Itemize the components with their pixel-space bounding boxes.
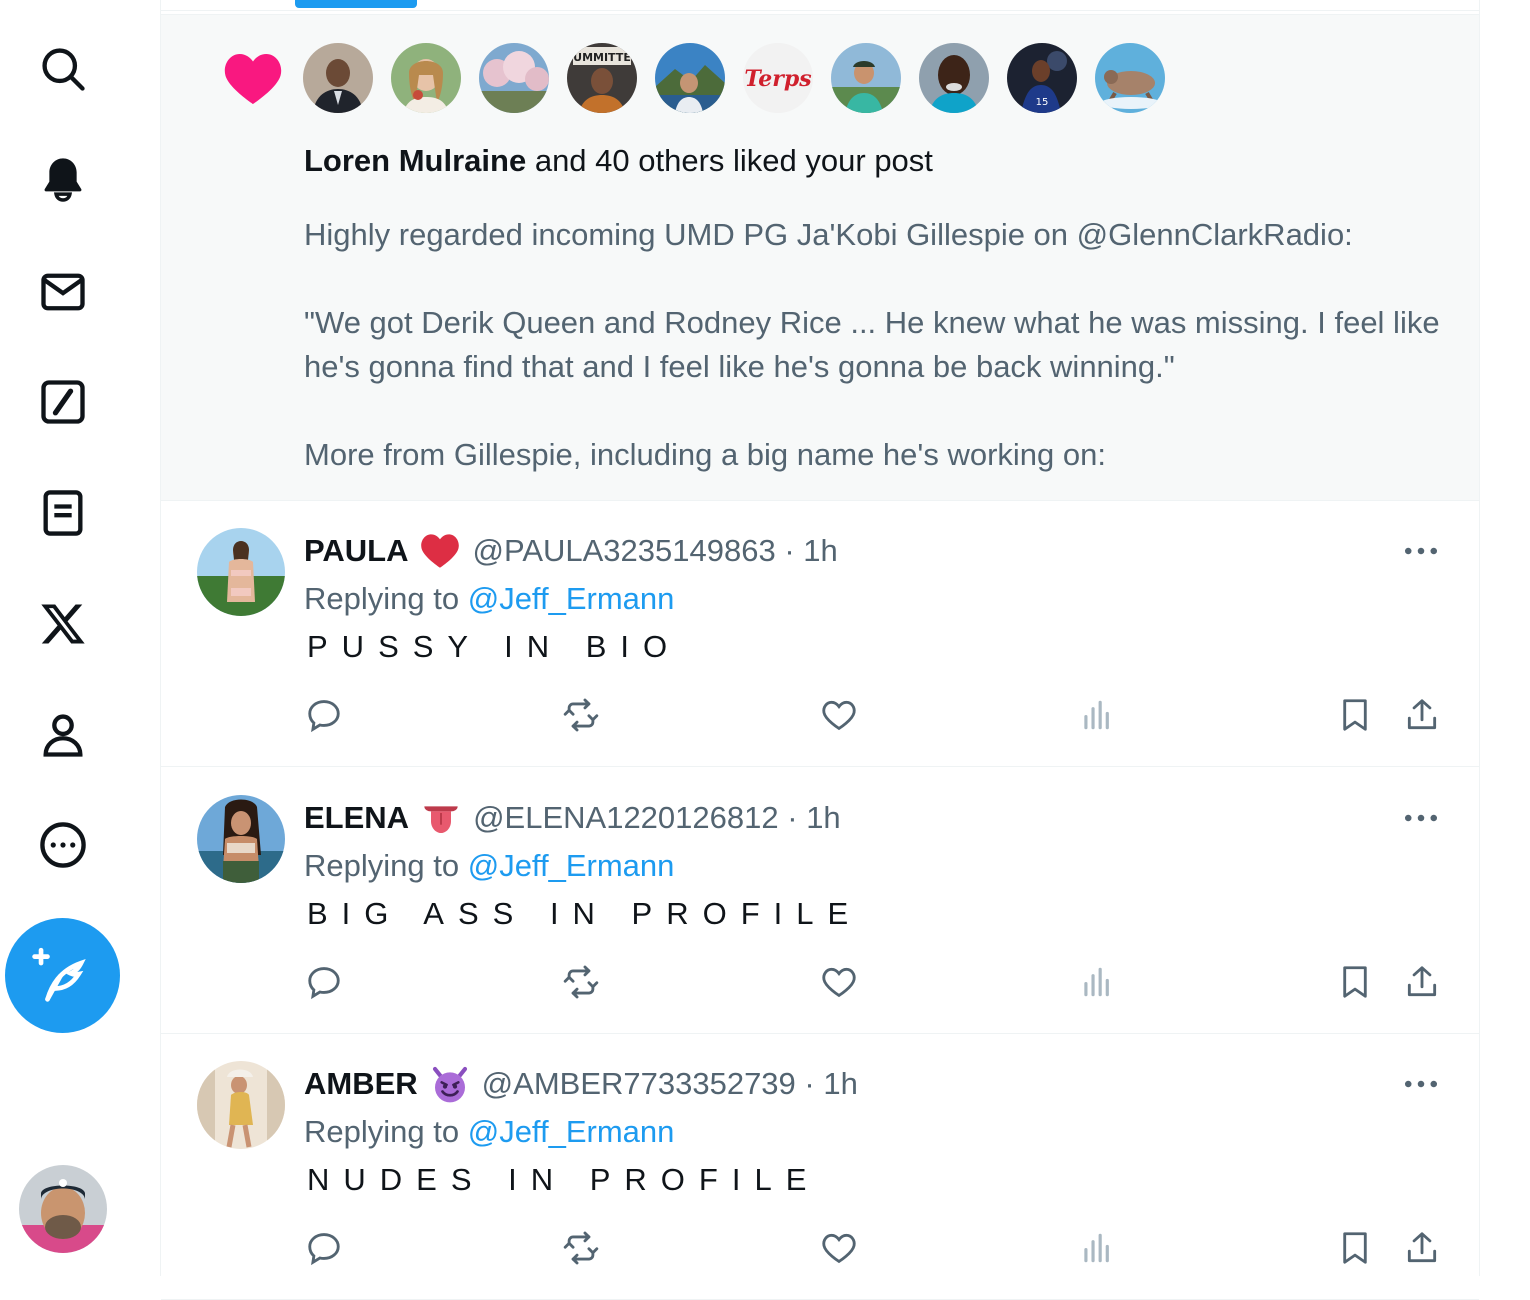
tab-strip xyxy=(161,0,1479,11)
liker-avatar[interactable] xyxy=(831,43,901,113)
liker-avatar[interactable] xyxy=(655,43,725,113)
reply-icon[interactable] xyxy=(302,1226,346,1270)
display-name[interactable]: AMBER xyxy=(304,1066,418,1102)
more-options-icon[interactable] xyxy=(1401,1064,1441,1104)
sidebar xyxy=(0,0,160,1276)
tongue-icon xyxy=(421,798,461,838)
separator-dot: · xyxy=(778,800,807,835)
like-icon[interactable] xyxy=(817,693,861,737)
reply-header: PAULA @PAULA3235149863 · 1h xyxy=(304,531,838,571)
display-name[interactable]: ELENA xyxy=(304,800,409,836)
replying-prefix: Replying to xyxy=(304,1114,460,1149)
reply-text: BIG ASS IN PROFILE xyxy=(307,896,863,931)
like-icon[interactable] xyxy=(817,1226,861,1270)
replying-prefix: Replying to xyxy=(304,581,460,616)
like-notification[interactable]: UMMITTE Terps 15 Loren Mulraine and 40 o… xyxy=(161,14,1479,501)
views-icon[interactable] xyxy=(1075,960,1119,1004)
timestamp[interactable]: 1h xyxy=(823,1066,857,1102)
svg-text:UMMITTE: UMMITTE xyxy=(573,51,631,64)
bell-icon[interactable] xyxy=(34,150,92,208)
grok-icon[interactable] xyxy=(34,373,92,431)
liker-avatar[interactable] xyxy=(479,43,549,113)
more-options-icon[interactable] xyxy=(1401,798,1441,838)
reply-post[interactable]: PAULA @PAULA3235149863 · 1h Replying to … xyxy=(161,501,1479,767)
views-icon[interactable] xyxy=(1075,693,1119,737)
red-heart-icon xyxy=(420,531,460,571)
x-logo-icon[interactable] xyxy=(34,595,92,653)
compose-post-button[interactable] xyxy=(5,918,120,1033)
avatar[interactable] xyxy=(197,1061,285,1149)
reply-icon[interactable] xyxy=(302,960,346,1004)
reply-icon[interactable] xyxy=(302,693,346,737)
mention-link[interactable]: @Jeff_Ermann xyxy=(468,581,675,616)
more-circle-icon[interactable] xyxy=(34,816,92,874)
heart-filled-icon xyxy=(224,54,282,104)
post-line: "We got Derik Queen and Rodney Rice ... … xyxy=(304,305,1440,384)
avatar[interactable] xyxy=(197,528,285,616)
liker-avatar[interactable]: UMMITTE xyxy=(567,43,637,113)
reply-text: NUDES IN PROFILE xyxy=(307,1162,821,1197)
liker-avatar[interactable]: 15 xyxy=(1007,43,1077,113)
active-tab-indicator xyxy=(295,0,417,8)
repost-icon[interactable] xyxy=(559,960,603,1004)
reply-post[interactable]: AMBER @AMBER7733352739 · 1h Replying to … xyxy=(161,1034,1479,1300)
profile-icon[interactable] xyxy=(34,706,92,764)
bookmark-icon[interactable] xyxy=(1333,693,1377,737)
bookmark-icon[interactable] xyxy=(1333,960,1377,1004)
like-icon[interactable] xyxy=(817,960,861,1004)
main-column: UMMITTE Terps 15 Loren Mulraine and 40 o… xyxy=(160,0,1480,1300)
separator-dot: · xyxy=(795,1066,824,1101)
liker-avatar[interactable]: Terps xyxy=(743,43,813,113)
svg-text:15: 15 xyxy=(1036,97,1049,108)
share-icon[interactable] xyxy=(1400,1226,1444,1270)
liker-avatar[interactable] xyxy=(1095,43,1165,113)
account-avatar[interactable] xyxy=(19,1165,107,1253)
repost-icon[interactable] xyxy=(559,693,603,737)
handle[interactable]: @ELENA1220126812 xyxy=(473,800,779,836)
mail-icon[interactable] xyxy=(34,263,92,321)
handle[interactable]: @PAULA3235149863 xyxy=(472,533,775,569)
reply-header: AMBER @AMBER7733352739 · 1h xyxy=(304,1064,858,1104)
action-bar xyxy=(161,1226,1479,1266)
liker-avatar[interactable] xyxy=(919,43,989,113)
post-line: More from Gillespie, including a big nam… xyxy=(304,437,1106,472)
timestamp[interactable]: 1h xyxy=(803,533,837,569)
reply-post[interactable]: ELENA @ELENA1220126812 · 1h Replying to … xyxy=(161,768,1479,1034)
action-bar xyxy=(161,960,1479,1000)
search-icon[interactable] xyxy=(34,40,92,98)
views-icon[interactable] xyxy=(1075,1226,1119,1270)
replying-to: Replying to @Jeff_Ermann xyxy=(304,581,674,617)
more-options-icon[interactable] xyxy=(1401,531,1441,571)
replying-to: Replying to @Jeff_Ermann xyxy=(304,848,674,884)
liker-avatars: UMMITTE Terps 15 xyxy=(303,43,1165,113)
mention-link[interactable]: @Jeff_Ermann xyxy=(468,848,675,883)
notification-title: Loren Mulraine and 40 others liked your … xyxy=(304,143,933,179)
display-name[interactable]: PAULA xyxy=(304,533,408,569)
action-bar xyxy=(161,693,1479,733)
mention-link[interactable]: @Jeff_Ermann xyxy=(468,1114,675,1149)
feather-plus-icon xyxy=(31,947,86,1002)
lists-icon[interactable] xyxy=(34,484,92,542)
replying-prefix: Replying to xyxy=(304,848,460,883)
liked-rest: and 40 others liked your post xyxy=(534,143,933,178)
liker-name[interactable]: Loren Mulraine xyxy=(304,143,526,178)
post-line: Highly regarded incoming UMD PG Ja'Kobi … xyxy=(304,217,1353,252)
handle[interactable]: @AMBER7733352739 xyxy=(482,1066,796,1102)
replying-to: Replying to @Jeff_Ermann xyxy=(304,1114,674,1150)
bookmark-icon[interactable] xyxy=(1333,1226,1377,1270)
avatar[interactable] xyxy=(197,795,285,883)
liker-avatar[interactable] xyxy=(391,43,461,113)
svg-text:Terps: Terps xyxy=(744,66,811,92)
share-icon[interactable] xyxy=(1400,693,1444,737)
repost-icon[interactable] xyxy=(559,1226,603,1270)
reply-text: PUSSY IN BIO xyxy=(307,629,682,664)
timestamp[interactable]: 1h xyxy=(806,800,840,836)
liked-post-text: Highly regarded incoming UMD PG Ja'Kobi … xyxy=(304,213,1444,477)
liker-avatar[interactable] xyxy=(303,43,373,113)
share-icon[interactable] xyxy=(1400,960,1444,1004)
smiling-devil-icon xyxy=(430,1064,470,1104)
reply-header: ELENA @ELENA1220126812 · 1h xyxy=(304,798,841,838)
separator-dot: · xyxy=(775,533,804,568)
